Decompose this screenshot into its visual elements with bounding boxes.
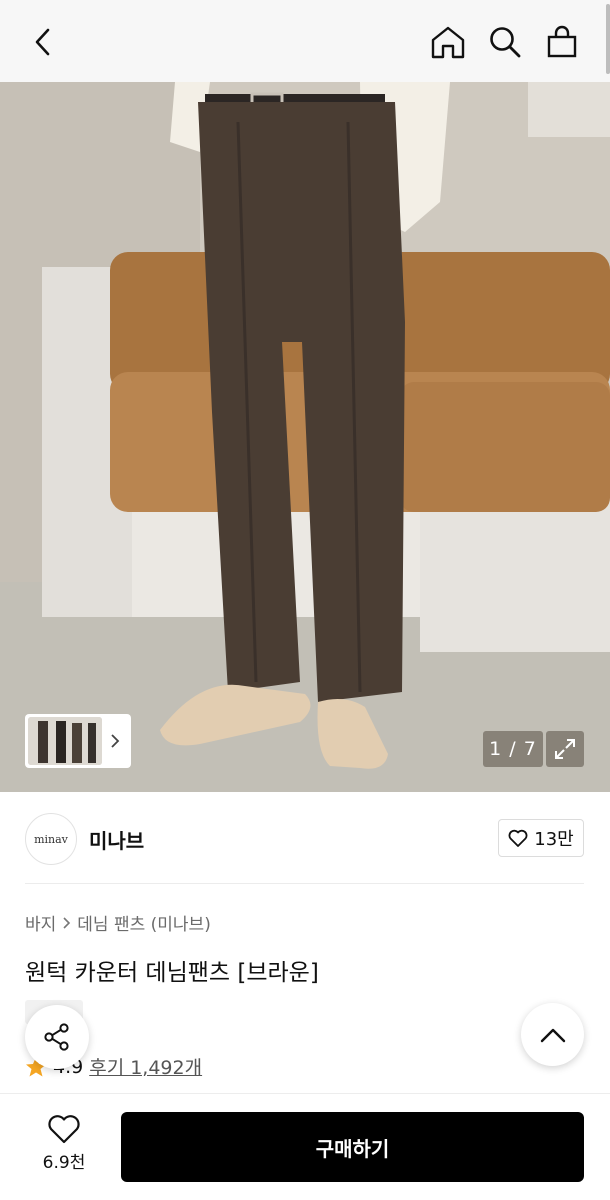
heart-icon [48, 1115, 80, 1144]
wishlist-button[interactable]: 6.9천 [26, 1114, 102, 1176]
breadcrumb-item[interactable]: 데님 팬츠 (미나브) [77, 910, 211, 935]
scroll-to-top-button[interactable] [521, 1003, 584, 1066]
back-button[interactable] [24, 20, 64, 64]
shopping-bag-icon [547, 25, 577, 58]
brand-like-button[interactable]: 13만 [498, 819, 584, 857]
expand-icon [555, 739, 575, 759]
thumbnail-strip[interactable] [25, 714, 131, 768]
buy-button[interactable]: 구매하기 [121, 1112, 584, 1182]
reviews-link[interactable]: 후기 1,492개 [89, 1053, 202, 1080]
heart-icon [508, 829, 528, 847]
home-icon [431, 26, 465, 59]
cart-button[interactable] [542, 20, 582, 64]
home-button[interactable] [428, 20, 468, 64]
divider [25, 883, 584, 884]
share-icon [44, 1023, 69, 1051]
product-photo [0, 82, 610, 792]
product-title: 원턱 카운터 데님팬츠 [브라운] [25, 960, 319, 986]
share-button[interactable] [25, 1005, 89, 1069]
search-button[interactable] [485, 20, 525, 64]
product-image-gallery[interactable] [0, 82, 610, 792]
breadcrumb-item[interactable]: 바지 [25, 910, 56, 935]
bottom-action-bar: 6.9천 구매하기 [0, 1093, 610, 1200]
brand-logo[interactable]: minav [25, 813, 77, 865]
chevron-right-icon [111, 734, 120, 748]
image-counter: 1 / 7 [483, 731, 543, 767]
expand-button[interactable] [546, 731, 584, 767]
chevron-up-icon [540, 1028, 565, 1042]
brand-name[interactable]: 미나브 [89, 825, 144, 854]
chevron-right-icon [63, 916, 71, 929]
scrollbar[interactable] [606, 4, 610, 74]
top-navigation-bar [0, 0, 610, 82]
brand-like-count: 13만 [534, 829, 574, 850]
breadcrumb: 바지 데님 팬츠 (미나브) [25, 910, 211, 935]
search-icon [490, 27, 521, 58]
brand-row: minav 미나브 13만 [0, 792, 610, 884]
wishlist-count: 6.9천 [42, 1153, 86, 1173]
thumbnail-image[interactable] [28, 717, 102, 765]
chevron-left-icon [35, 28, 50, 56]
thumbnail-next-button[interactable] [102, 733, 128, 749]
